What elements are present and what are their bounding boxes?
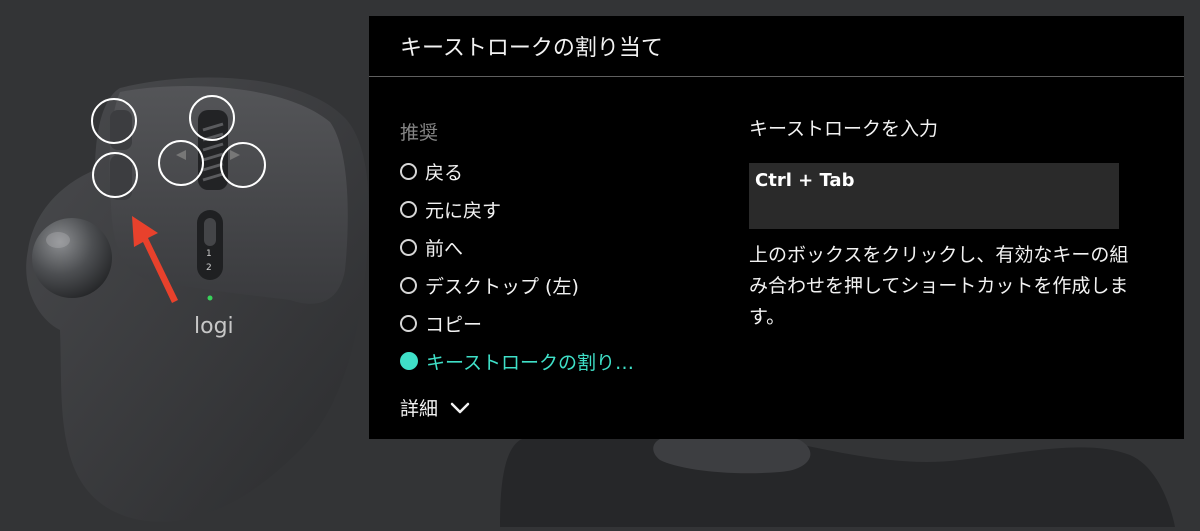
radio-icon [400, 276, 417, 294]
radio-icon [400, 314, 417, 332]
mode-label-1: 1 [206, 249, 212, 259]
divider [369, 76, 1184, 77]
option-list: 戻る 元に戻す 前へ デスクトップ (左) コピー キーストロークの割り… [400, 152, 634, 380]
option-label: 戻る [425, 161, 464, 184]
option-label: 元に戻す [425, 199, 502, 222]
option-desktop-left[interactable]: デスクトップ (左) [400, 266, 634, 304]
option-label: キーストロークの割り… [426, 351, 635, 374]
button-hotspot-scroll-left[interactable] [158, 140, 204, 186]
button-hotspot-side-top[interactable] [91, 98, 137, 144]
keystroke-input-label: キーストロークを入力 [749, 118, 939, 140]
keystroke-assignment-panel: キーストロークの割り当て 推奨 戻る 元に戻す 前へ デスクトップ (左) コピ… [369, 16, 1184, 439]
radio-icon [400, 238, 417, 256]
option-forward[interactable]: 前へ [400, 228, 634, 266]
option-label: コピー [425, 313, 483, 336]
option-undo[interactable]: 元に戻す [400, 190, 634, 228]
button-hotspot-side-bottom[interactable] [92, 152, 138, 198]
radio-selected-icon [400, 352, 418, 370]
mode-label-2: 2 [206, 263, 212, 273]
radio-icon [400, 200, 417, 218]
radio-icon [400, 162, 417, 180]
recommended-heading: 推奨 [400, 122, 439, 144]
option-keystroke-assignment[interactable]: キーストロークの割り… [400, 342, 634, 380]
button-hotspot-scroll-right[interactable] [220, 142, 266, 188]
panel-title: キーストロークの割り当て [400, 36, 663, 61]
help-text: 上のボックスをクリックし、有効なキーの組み合わせを押してショートカットを作成しま… [749, 244, 1129, 328]
option-copy[interactable]: コピー [400, 304, 634, 342]
keystroke-input[interactable] [749, 163, 1119, 229]
more-toggle[interactable]: 詳細 [400, 394, 470, 421]
option-label: 前へ [425, 237, 464, 260]
option-label: デスクトップ (左) [425, 275, 579, 298]
option-back[interactable]: 戻る [400, 152, 634, 190]
chevron-down-icon [450, 402, 470, 413]
button-hotspot-top-center[interactable] [189, 95, 235, 141]
logo: logi [194, 314, 234, 339]
more-label: 詳細 [400, 398, 439, 420]
